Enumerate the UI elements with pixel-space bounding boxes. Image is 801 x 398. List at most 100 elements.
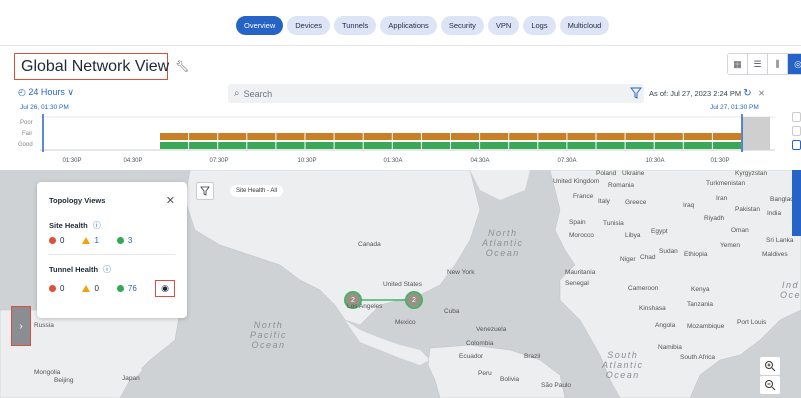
tab-bar: Overview Devices Tunnels Applications Securi… — [236, 16, 610, 35]
map-label-canada: Canada — [358, 241, 381, 248]
map-label-ecuador: Ecuador — [459, 353, 484, 360]
timeline-tick-label: 07:30P — [209, 158, 228, 164]
map-label-greece: Greece — [625, 199, 647, 206]
map-label-colombia: Colombia — [466, 340, 494, 347]
map-label-mozambique: Mozambique — [687, 323, 725, 330]
map-label-portlouis: Port Louis — [737, 319, 767, 326]
map-label-tanzania: Tanzania — [687, 301, 714, 308]
tab-logs[interactable]: Logs — [523, 16, 556, 35]
search-input[interactable]: Search — [244, 89, 273, 99]
tab-devices[interactable]: Devices — [287, 16, 330, 35]
tab-multicloud[interactable]: Multicloud — [559, 16, 610, 35]
timeline-tick-label: 01:30A — [383, 158, 402, 164]
tab-security[interactable]: Security — [440, 16, 484, 35]
map-label-bolivia: Bolivia — [500, 376, 520, 383]
close-icon[interactable]: ✕ — [166, 194, 175, 207]
timeline-good-bar — [509, 142, 538, 149]
map-label-iran: Iran — [716, 195, 728, 202]
timeline-good-bar — [538, 142, 567, 149]
map-label-ukraine: Ukraine — [622, 170, 645, 177]
wrench-icon[interactable]: 🔧︎ — [175, 60, 189, 73]
timeline-good-bar — [421, 142, 450, 149]
side-control[interactable] — [792, 126, 801, 136]
filter-icon — [200, 186, 210, 196]
map-label-yemen: Yemen — [720, 242, 740, 249]
map-label-southafrica: South Africa — [680, 354, 716, 361]
map-label-peru: Peru — [478, 370, 492, 377]
map-label-ethiopia: Ethiopia — [684, 251, 708, 258]
timeline-fair-bar — [421, 133, 450, 140]
timeline-good-bar — [160, 142, 189, 149]
time-range-dropdown[interactable]: ◴ 24 Hours ∨ — [18, 87, 74, 98]
map-label-venezuela: Venezuela — [476, 326, 507, 333]
info-icon[interactable]: ⓘ — [93, 220, 101, 231]
tab-applications[interactable]: Applications — [380, 16, 437, 35]
refresh-icon[interactable]: ↻ — [743, 88, 751, 99]
map-label-libya: Libya — [625, 232, 641, 239]
collapse-icon[interactable]: ⨯ — [758, 88, 766, 98]
ocean-label-natl: North Atlantic Ocean — [482, 228, 524, 258]
timeline-good-bar — [247, 142, 276, 149]
timeline-good-bar — [683, 142, 712, 149]
timeline-good-bar — [305, 142, 334, 149]
side-control[interactable] — [792, 140, 801, 150]
grid-view-icon[interactable]: ▦ — [728, 54, 748, 74]
search-field[interactable]: ⌕ Search — [228, 84, 644, 103]
timeline-chart: 01:30P 04:30P 07:30P 10:30P 01:30A 04:30A 07:3… — [40, 114, 775, 164]
chevron-right-icon: › — [19, 320, 23, 332]
view-toggle-group: ▦ ☰ ⫼ ◎ — [727, 53, 801, 75]
map-label-tunisia: Tunisia — [603, 220, 624, 227]
tab-tunnels[interactable]: Tunnels — [333, 16, 377, 35]
map-label-beijing: Beijing — [54, 377, 74, 384]
map-label-kyrgyzstan: Kyrgyzstan — [735, 170, 768, 177]
timeline-tick-label: 01:30P — [62, 158, 81, 164]
map-label-oman: Oman — [731, 227, 749, 234]
site-marker[interactable]: 2 — [405, 291, 423, 309]
warning-icon — [82, 237, 91, 244]
page-title: Global Network View — [21, 57, 170, 75]
list-view-icon[interactable]: ☰ — [748, 54, 768, 74]
timeline-fair-bar — [392, 133, 421, 140]
map-label-france: France — [573, 193, 594, 200]
map-label-mauritania: Mauritania — [565, 269, 596, 276]
side-panel-tab[interactable] — [792, 170, 801, 236]
timeline-fair-bar — [451, 133, 480, 140]
site-health-counts: 0 1 3 — [49, 236, 175, 245]
side-control[interactable] — [792, 112, 801, 122]
tunnel-green-count: 76 — [127, 284, 137, 293]
tab-vpn[interactable]: VPN — [487, 16, 520, 35]
map-label-cuba: Cuba — [444, 308, 460, 315]
map-label-india: India — [767, 210, 782, 217]
timeline-fair-bar — [596, 133, 625, 140]
zoom-in-button[interactable] — [760, 357, 780, 375]
warning-icon — [82, 285, 91, 292]
health-timeline[interactable]: Jul 26, 01:30 PM Jul 27, 01:30 PM Poor F… — [0, 104, 801, 170]
info-icon[interactable]: ⓘ — [103, 264, 111, 275]
site-health-filter-pill[interactable]: Site Health - All — [230, 185, 284, 197]
timeline-good-bar — [189, 142, 218, 149]
timeline-good-bar — [363, 142, 392, 149]
tab-overview[interactable]: Overview — [236, 16, 284, 35]
zoom-out-button[interactable] — [760, 376, 780, 394]
chart-view-icon[interactable]: ⫼ — [768, 54, 788, 74]
map-label-kinshasa: Kinshasa — [639, 305, 666, 312]
error-icon — [49, 285, 56, 292]
filter-icon[interactable] — [630, 87, 642, 99]
map-label-italy: Italy — [598, 198, 610, 205]
timeline-fair-bar — [625, 133, 654, 140]
timeline-good-bar — [596, 142, 625, 149]
timeline-tick-label: 04:30P — [123, 158, 142, 164]
map-label-saopaulo: São Paulo — [541, 382, 571, 389]
map-filter-button[interactable] — [196, 182, 214, 200]
timeline-fair-bar — [654, 133, 683, 140]
map-label-riyadh: Riyadh — [704, 215, 725, 222]
tunnel-health-counts: 0 0 76 ◉ — [49, 280, 175, 297]
map-view-icon[interactable]: ◎ — [788, 54, 801, 74]
eye-icon[interactable]: ◉ — [155, 280, 175, 297]
timeline-fair-bar — [567, 133, 596, 140]
map-label-losangeles: Los Angeles — [347, 303, 383, 310]
as-of-label: As of: Jul 27, 2023 2:24 PM ↻ ⨯ — [649, 88, 765, 99]
timeline-fair-bar — [189, 133, 218, 140]
timeline-tick-label: 07:30A — [557, 158, 576, 164]
expand-panel-button[interactable]: › — [11, 306, 31, 346]
